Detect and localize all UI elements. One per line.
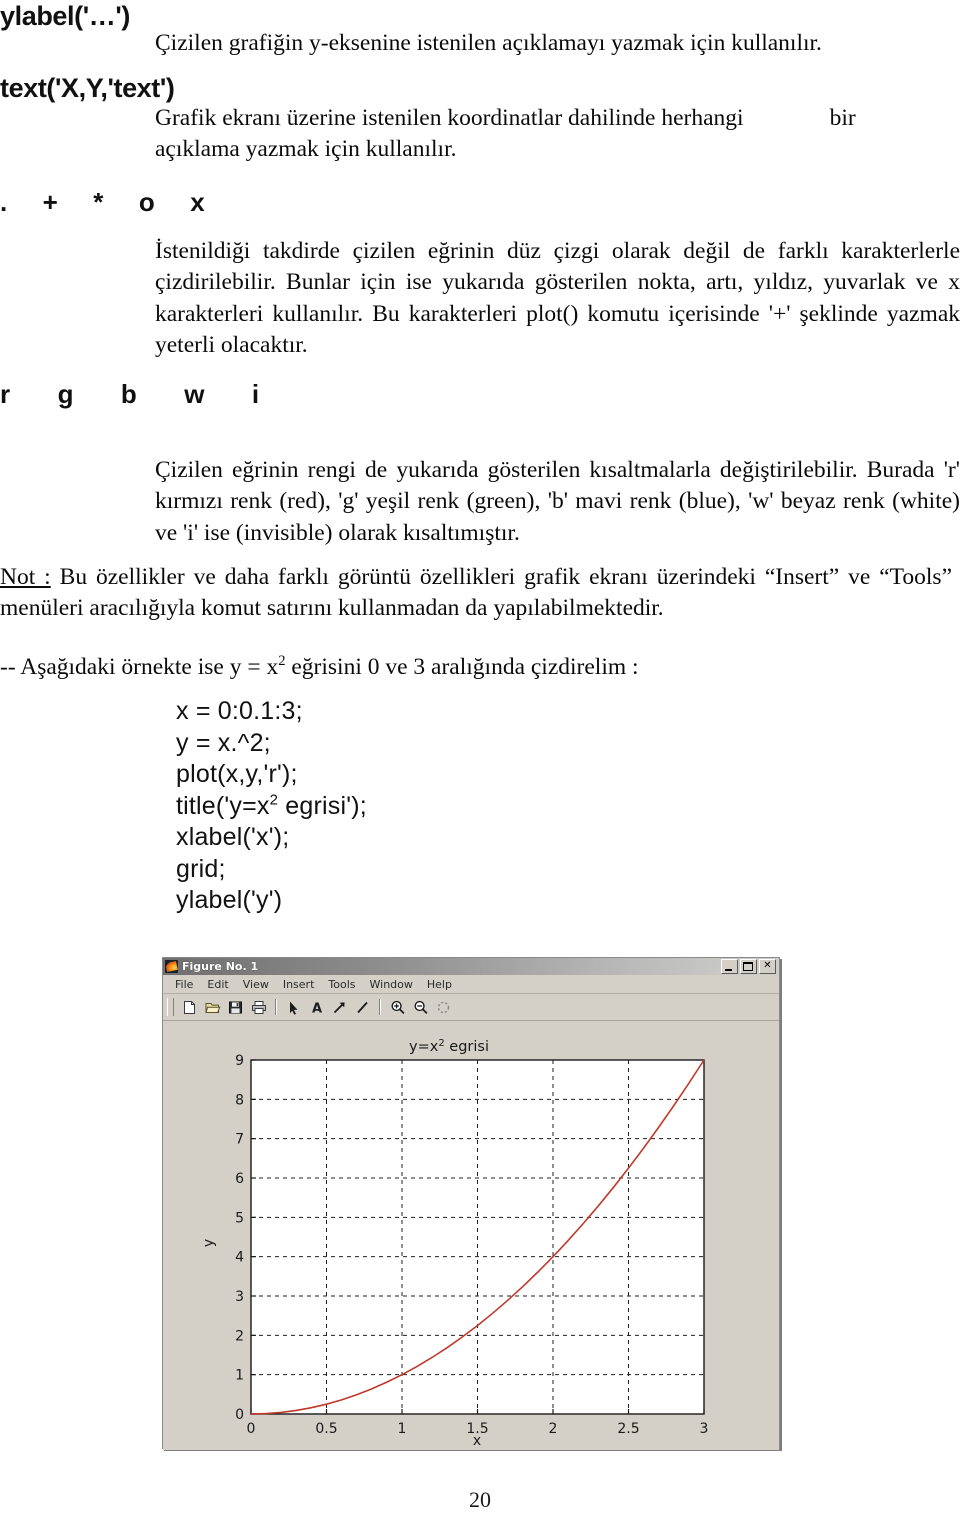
- window-controls: ✕: [721, 959, 777, 974]
- rotate-3d-icon[interactable]: [433, 997, 454, 1017]
- y-tick-label: 7: [235, 1132, 244, 1148]
- y-tick-label: 2: [235, 1328, 244, 1344]
- paragraph-text-line1: Grafik ekranı üzerine istenilen koordina…: [155, 103, 960, 134]
- y-tick-label: 3: [235, 1289, 244, 1305]
- y-tick-label: 1: [235, 1368, 244, 1384]
- example-intro-before: -- Aşağıdaki örnekte ise y = x: [0, 654, 279, 680]
- matlab-logo-icon: [165, 960, 178, 973]
- menu-item-tools[interactable]: Tools: [321, 978, 362, 991]
- figure-menu-bar[interactable]: File Edit View Insert Tools Window Help: [163, 975, 779, 994]
- code-line: x = 0:0.1:3;: [176, 697, 303, 725]
- menu-item-file[interactable]: File: [168, 978, 200, 991]
- save-figure-icon[interactable]: [225, 997, 246, 1017]
- code-line: xlabel('x');: [176, 823, 290, 851]
- y-tick-label: 8: [235, 1092, 244, 1108]
- note-paragraph: Not : Bu özellikler ve daha farklı görün…: [0, 562, 952, 625]
- code-line: ylabel('y'): [176, 886, 283, 914]
- note-text: Bu özellikler ve daha farklı görüntü öze…: [0, 564, 953, 622]
- code-line: plot(x,y,'r');: [176, 760, 298, 788]
- maximize-button[interactable]: [740, 959, 757, 974]
- code-listing: x = 0:0.1:3; y = x.^2; plot(x,y,'r'); ti…: [176, 696, 367, 917]
- plot-svg: 0 0.5 1 1.5 2 2.5 3 0123456789 y=x2 egrisi x y: [163, 1021, 779, 1450]
- x-tick-label: 2.5: [617, 1421, 639, 1437]
- paragraph-ylabel: Çizilen grafiğin y-eksenine istenilen aç…: [155, 30, 822, 56]
- paragraph-colors-block: Çizilen eğrinin rengi de yukarıda göster…: [0, 455, 960, 549]
- note-block: Not : Bu özellikler ve daha farklı görün…: [0, 562, 960, 625]
- open-file-icon[interactable]: [202, 997, 223, 1017]
- x-tick-label: 0: [247, 1421, 256, 1437]
- x-tick-label: 1: [398, 1421, 407, 1437]
- paragraph-text-part2: bir: [829, 105, 856, 131]
- figure-title-bar[interactable]: Figure No. 1 ✕: [163, 958, 779, 975]
- x-tick-label: 3: [700, 1421, 709, 1437]
- example-intro-superscript: 2: [278, 653, 286, 670]
- figure-window-title: Figure No. 1: [182, 960, 259, 973]
- command-heading-ylabel: ylabel('…'): [0, 1, 130, 31]
- command-heading-text: text('X,Y,'text'): [0, 73, 175, 103]
- paragraph-text-line2: açıklama yazmak için kullanılır.: [155, 136, 457, 163]
- y-tick-label: 4: [235, 1250, 244, 1266]
- page-number: 20: [469, 1487, 491, 1512]
- paragraph-ylabel-block: Çizilen grafiğin y-eksenine istenilen aç…: [0, 28, 960, 59]
- svg-text:A: A: [311, 1001, 321, 1015]
- close-icon: ✕: [763, 960, 772, 971]
- example-intro-block: -- Aşağıdaki örnekte ise y = x2 eğrisini…: [0, 652, 960, 683]
- code-line: y = x.^2;: [176, 728, 271, 757]
- y-tick-label: 5: [235, 1210, 244, 1226]
- paragraph-colors: Çizilen eğrinin rengi de yukarıda göster…: [155, 457, 960, 546]
- insert-text-icon[interactable]: A: [306, 997, 327, 1017]
- toolbar-separator: [275, 999, 277, 1015]
- matlab-figure-window[interactable]: Figure No. 1 ✕ File Edit View Insert Too…: [162, 957, 780, 1450]
- paragraph-markers-block: İstenildiği takdirde çizilen eğrinin düz…: [0, 236, 960, 361]
- insert-line-icon[interactable]: [352, 997, 373, 1017]
- y-tick-label: 9: [235, 1053, 244, 1069]
- x-tick-label: 2: [549, 1421, 558, 1437]
- insert-arrow-icon[interactable]: [329, 997, 350, 1017]
- minimize-button[interactable]: [721, 959, 738, 974]
- pointer-icon[interactable]: [283, 997, 304, 1017]
- command-heading-markers: . + * o x: [0, 187, 212, 217]
- example-intro: -- Aşağıdaki örnekte ise y = x2 eğrisini…: [0, 652, 952, 683]
- document-page: ylabel('…') Çizilen grafiğin y-eksenine …: [0, 0, 960, 1537]
- toolbar-grip[interactable]: [167, 998, 174, 1016]
- note-label: Not :: [0, 564, 51, 590]
- code-line-text: title('y=x: [176, 791, 270, 820]
- y-tick-label: 6: [235, 1171, 244, 1187]
- code-line-tail: egrisi');: [278, 791, 367, 820]
- zoom-in-icon[interactable]: [387, 997, 408, 1017]
- menu-item-help[interactable]: Help: [420, 978, 459, 991]
- new-figure-icon[interactable]: [179, 997, 200, 1017]
- code-line-superscript: 2: [269, 791, 279, 809]
- paragraph-text-part1: Grafik ekranı üzerine istenilen koordina…: [155, 105, 744, 131]
- menu-item-window[interactable]: Window: [363, 978, 420, 991]
- print-figure-icon[interactable]: [248, 997, 269, 1017]
- code-line: grid;: [176, 854, 226, 883]
- y-tick-label: 0: [235, 1407, 244, 1423]
- chart-xlabel: x: [473, 1433, 481, 1449]
- example-intro-after: eğrisini 0 ve 3 aralığında çizdirelim :: [285, 654, 639, 680]
- menu-item-insert[interactable]: Insert: [276, 978, 322, 991]
- code-line: title('y=x2 egrisi');: [176, 791, 367, 823]
- figure-plot-area[interactable]: 0 0.5 1 1.5 2 2.5 3 0123456789 y=x2 egrisi x y: [163, 1021, 779, 1450]
- menu-item-edit[interactable]: Edit: [200, 978, 235, 991]
- menu-item-view[interactable]: View: [236, 978, 276, 991]
- close-button[interactable]: ✕: [759, 959, 776, 974]
- chart-title: y=x2 egrisi: [409, 1038, 489, 1055]
- chart-ylabel: y: [201, 1239, 217, 1247]
- paragraph-text-block: Grafik ekranı üzerine istenilen koordina…: [0, 103, 960, 166]
- figure-toolbar[interactable]: A: [163, 994, 779, 1021]
- x-tick-label: 0.5: [315, 1421, 337, 1437]
- command-heading-colors: r g b w i: [0, 379, 271, 409]
- toolbar-separator: [379, 999, 381, 1015]
- zoom-out-icon[interactable]: [410, 997, 431, 1017]
- paragraph-markers: İstenildiği takdirde çizilen eğrinin düz…: [155, 238, 960, 358]
